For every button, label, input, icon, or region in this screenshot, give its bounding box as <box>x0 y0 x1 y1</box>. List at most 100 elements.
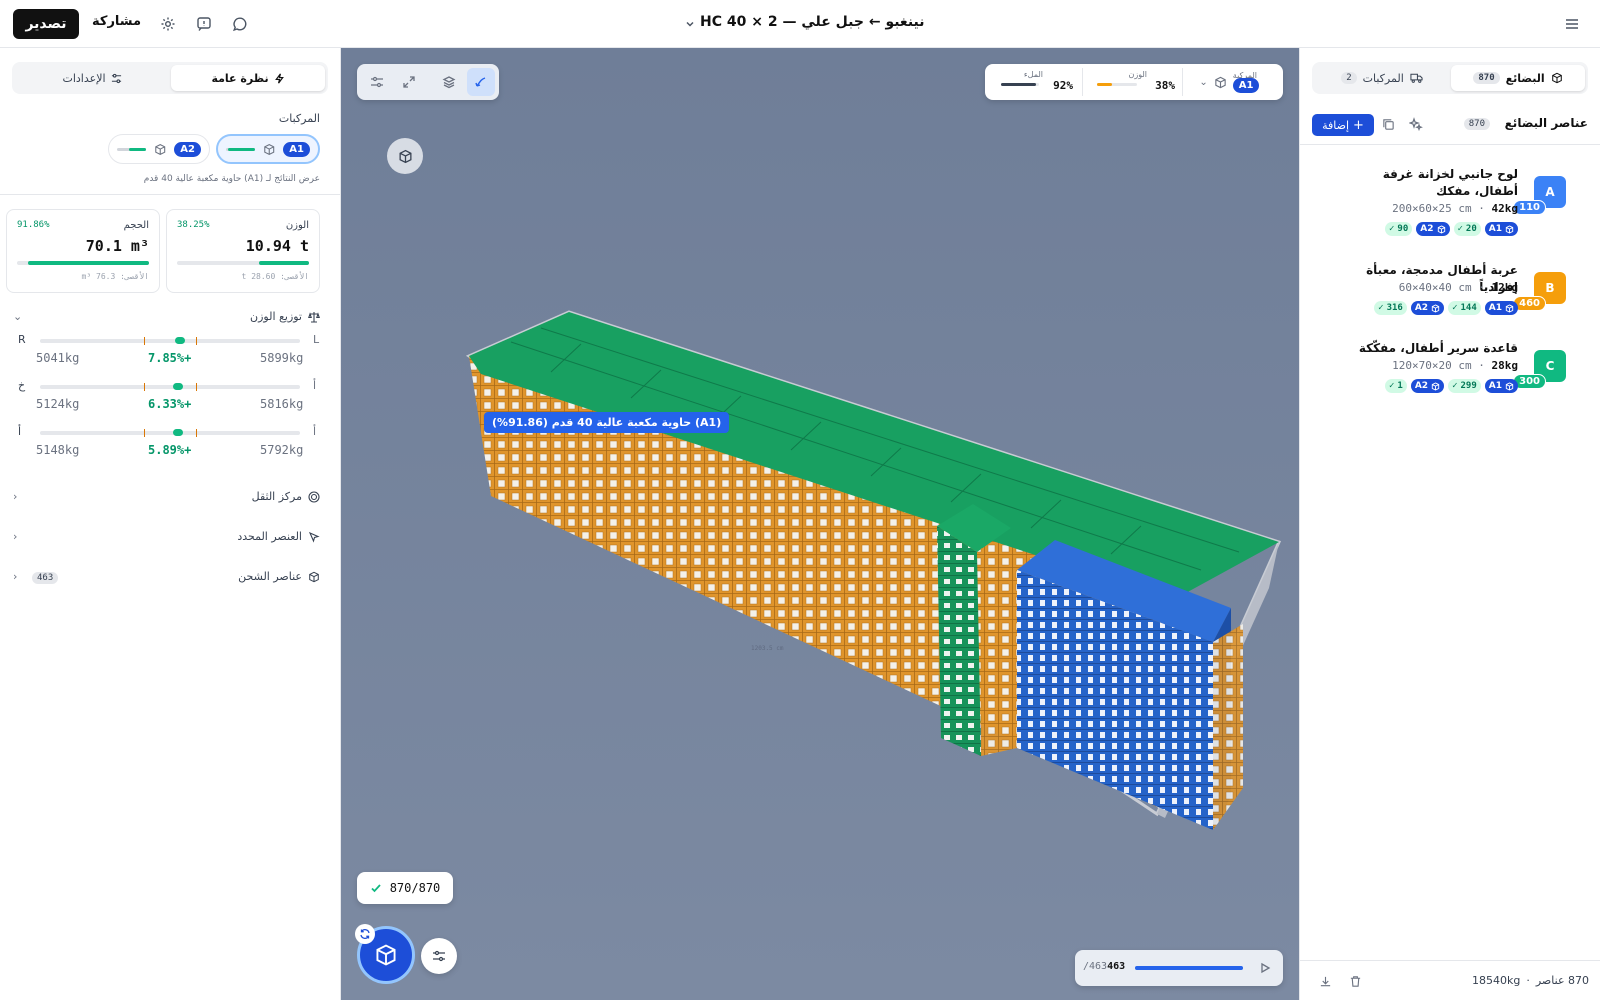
card-value: 10.94 t <box>245 237 309 255</box>
chevron-left-icon[interactable]: ‹ <box>13 570 17 583</box>
view-cube-button[interactable] <box>387 138 423 174</box>
layers-icon[interactable] <box>435 68 463 96</box>
vehicle-tag: A2 <box>1410 301 1445 315</box>
vehicle-chip-a2[interactable]: A2 <box>108 134 210 164</box>
weight-distribution-header[interactable]: توزيع الوزن <box>250 310 320 323</box>
gear-icon[interactable] <box>158 14 178 34</box>
step-slider[interactable] <box>1135 966 1243 970</box>
results-note: عرض النتائج لـ (A1) حاوية مكعبة عالية 40… <box>143 174 320 184</box>
section-selected-item[interactable]: العنصر المحدد <box>237 530 320 543</box>
placed-count-tag: 144 ✓ <box>1448 301 1481 315</box>
check-icon: ✓ <box>1452 381 1458 391</box>
placed-count-tag: 299 ✓ <box>1448 379 1481 393</box>
tab-cargo[interactable]: البضائع 870 <box>1451 65 1585 91</box>
menu-icon[interactable] <box>1562 14 1582 34</box>
top-bar: تصدير مشاركة نينغبو ← جبل علي — 2 × HC 4… <box>0 0 1600 48</box>
chevron-down-icon[interactable]: ⌄ <box>13 310 22 323</box>
page-title[interactable]: نينغبو ← جبل علي — 2 × HC 40 <box>700 14 925 30</box>
item-weight: 28kg <box>1491 359 1519 372</box>
item-dims: 120×70×20 cm <box>1392 359 1472 372</box>
footer-weight: 18540kg <box>1472 974 1521 987</box>
chevron-down-icon[interactable] <box>680 14 700 34</box>
share-button[interactable]: مشاركة <box>92 14 141 29</box>
chevron-left-icon[interactable]: ‹ <box>13 530 17 543</box>
tolerance-tick <box>196 383 197 391</box>
cargo-item[interactable]: B 460 عربة أطفال مدمجة، معبأة إفرادياً 60×4… <box>1299 252 1600 328</box>
balance-marker <box>172 429 183 436</box>
hud-fill-value: 92% <box>1053 79 1073 92</box>
divider <box>1182 68 1183 96</box>
feedback-icon[interactable] <box>194 14 214 34</box>
item-allocation: A1 144 ✓ A2 316 ✓ <box>1374 301 1518 315</box>
weight-row: أ أ 5148kg 5.89%+ 5792kg <box>0 425 341 465</box>
sparkle-icon[interactable] <box>1406 114 1426 134</box>
card-progress <box>177 261 309 265</box>
hud-fill-label: الملء <box>1023 70 1043 79</box>
chevron-left-icon[interactable]: ‹ <box>13 490 17 503</box>
status-text: 870/870 <box>389 881 441 895</box>
sliders-icon[interactable] <box>363 68 391 96</box>
box-icon <box>1505 224 1514 234</box>
section-cargo-items[interactable]: عناصر الشحن <box>238 570 320 583</box>
balance-percent: 5.89%+ <box>148 443 192 457</box>
tab-vehicles[interactable]: المركبات 2 <box>1315 65 1449 91</box>
play-icon[interactable] <box>1255 958 1275 978</box>
hud-vehicle-selector[interactable]: المركبة A1 ⌄ <box>1199 71 1271 93</box>
left-tabs: نظرة عامة الإعدادات <box>12 62 328 94</box>
download-icon[interactable] <box>1316 972 1334 990</box>
3d-viewport[interactable]: 1203.5 cm المركبة A1 ⌄ الوزن 38% الملء 9… <box>341 48 1299 1000</box>
item-name: قاعدة سرير أطفال، مفكّكة <box>1358 341 1518 355</box>
target-icon <box>308 490 320 503</box>
settings-sliders-button[interactable] <box>421 938 457 974</box>
balance-marker <box>172 383 183 390</box>
placement-status: 870/870 <box>357 872 453 904</box>
vehicle-tag: A2 <box>1410 379 1445 393</box>
box-icon <box>1505 303 1514 313</box>
tab-settings[interactable]: الإعدادات <box>15 65 169 91</box>
item-specs: 60×40×40 cm · 12kg <box>1398 281 1518 294</box>
side-label-left: أ <box>18 425 22 438</box>
cargo-item[interactable]: A 110 لوح جانبي لخزانة غرفة أطفال، مفكك 200… <box>1299 156 1600 236</box>
hud-fill: الملء 92% <box>991 70 1075 96</box>
item-quantity-badge: 300 <box>1513 374 1546 389</box>
vehicle-hud: المركبة A1 ⌄ الوزن 38% الملء 92% <box>985 64 1283 100</box>
sliders-icon <box>111 73 121 83</box>
orbit-icon[interactable] <box>467 68 495 96</box>
balance-track <box>40 431 300 435</box>
item-specs: 200×60×25 cm · 42kg <box>1392 202 1518 215</box>
export-button[interactable]: تصدير <box>13 9 79 39</box>
tolerance-tick <box>144 429 145 437</box>
section-label: توزيع الوزن <box>250 310 302 323</box>
divider <box>1300 144 1600 145</box>
expand-icon[interactable] <box>395 68 423 96</box>
hud-weight: الوزن 38% <box>1089 70 1175 96</box>
item-allocation: A1 299 ✓ A2 1 ✓ <box>1385 379 1518 393</box>
divider <box>0 194 340 195</box>
item-dims: 200×60×25 cm <box>1392 202 1472 215</box>
item-quantity-badge: 460 <box>1513 296 1546 311</box>
add-cargo-button[interactable]: + إضافة <box>1312 114 1374 136</box>
balance-percent: 7.85%+ <box>148 351 192 365</box>
vehicle-badge: A1 <box>1232 78 1260 93</box>
item-quantity-badge: 110 <box>1513 200 1546 215</box>
right-weight: 5792kg <box>260 443 304 457</box>
placed-count-tag: 316 ✓ <box>1374 301 1407 315</box>
tab-overview[interactable]: نظرة عامة <box>171 65 325 91</box>
box-icon <box>1215 76 1226 88</box>
hud-weight-label: الوزن <box>1128 70 1147 79</box>
container-label[interactable]: (A1) حاوية مكعبة عالية 40 قدم (91.86%) <box>484 412 730 433</box>
box-icon <box>1431 303 1440 313</box>
refresh-icon[interactable] <box>355 924 375 944</box>
vehicle-chip-a1[interactable]: A1 <box>216 134 320 164</box>
section-center-of-gravity[interactable]: مركز الثقل <box>252 490 320 503</box>
chat-icon[interactable] <box>230 14 250 34</box>
weight-row: خ أ 5124kg 6.33%+ 5816kg <box>0 379 341 419</box>
left-weight: 5124kg <box>36 397 80 411</box>
plus-icon: + <box>1353 117 1364 133</box>
box-icon <box>1551 72 1562 84</box>
copy-icon[interactable] <box>1378 114 1398 134</box>
trash-icon[interactable] <box>1346 972 1364 990</box>
tab-count: 870 <box>1473 72 1500 84</box>
side-label-right: أ <box>313 379 317 392</box>
cargo-item[interactable]: C 300 قاعدة سرير أطفال، مفكّكة 120×70×20 cm… <box>1299 330 1600 406</box>
